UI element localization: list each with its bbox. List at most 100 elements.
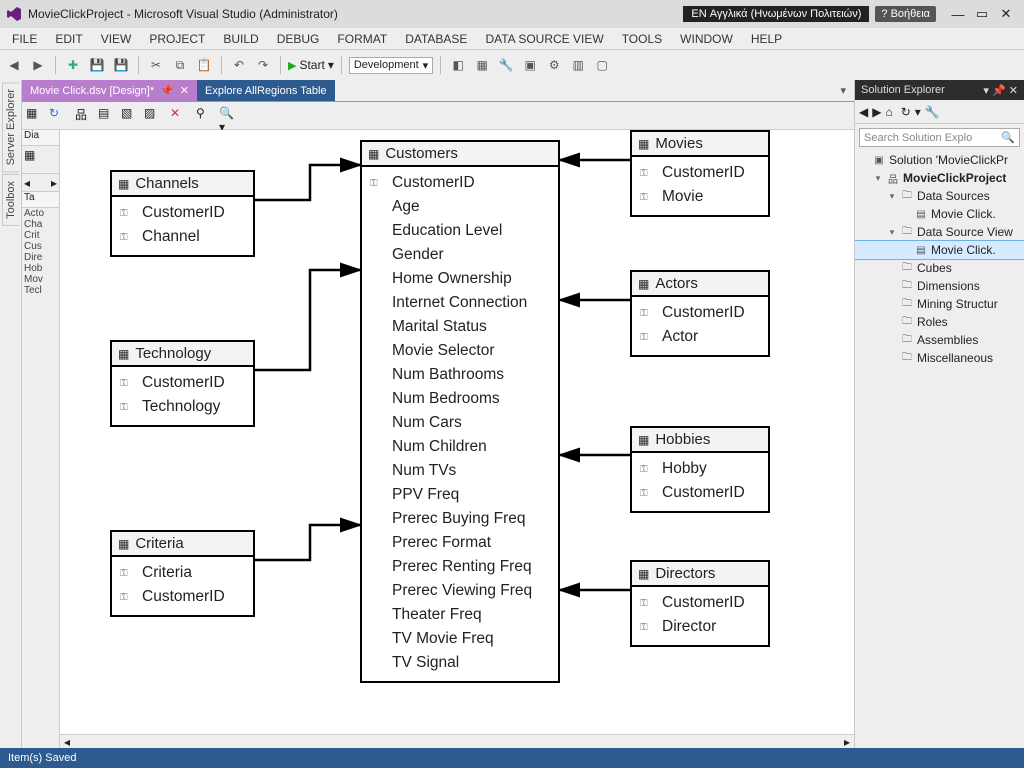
minimize-button[interactable]: —: [946, 7, 970, 22]
menu-debug[interactable]: DEBUG: [269, 30, 328, 48]
table-customers[interactable]: ▦Customers ⚿CustomerIDAgeEducation Level…: [360, 140, 560, 683]
mini-item[interactable]: Cus: [22, 241, 59, 252]
dock-toolbox[interactable]: Toolbox: [2, 174, 19, 226]
tree-node[interactable]: ▾🗀Data Sources: [855, 187, 1024, 205]
back-button[interactable]: ◀: [4, 55, 24, 75]
toolbar-extra-2[interactable]: ▦: [472, 55, 492, 75]
se-back[interactable]: ◀: [859, 105, 868, 119]
tree-node[interactable]: ▤Movie Click.: [855, 241, 1024, 259]
dsv-canvas[interactable]: ▦Channels ⚿CustomerID ⚿Channel ▦Technolo…: [60, 130, 854, 748]
pane-close-icon[interactable]: ✕: [1009, 85, 1018, 97]
copy-button[interactable]: ⧉: [170, 55, 190, 75]
paste-button[interactable]: 📋: [194, 55, 214, 75]
se-props-icon[interactable]: 🔧: [925, 105, 940, 119]
toolbar-extra-4[interactable]: ▣: [520, 55, 540, 75]
menu-dsv[interactable]: DATA SOURCE VIEW: [477, 30, 611, 48]
tab-explore-allregions[interactable]: Explore AllRegions Table: [197, 80, 334, 101]
tree-node[interactable]: 🗀Dimensions: [855, 277, 1024, 295]
dsv-btn-1[interactable]: 品: [75, 106, 95, 126]
tree-node[interactable]: ▾🗀Data Source View: [855, 223, 1024, 241]
menu-database[interactable]: DATABASE: [397, 30, 475, 48]
mini-item[interactable]: Cha: [22, 219, 59, 230]
menu-help[interactable]: HELP: [743, 30, 790, 48]
toolbar-extra-6[interactable]: ▥: [568, 55, 588, 75]
expander-icon[interactable]: ▾: [887, 227, 897, 238]
dock-server-explorer[interactable]: Server Explorer: [2, 82, 19, 172]
mini-item[interactable]: Acto: [22, 208, 59, 219]
menu-project[interactable]: PROJECT: [141, 30, 213, 48]
forward-button[interactable]: ▶: [28, 55, 48, 75]
toolbar-extra-3[interactable]: 🔧: [496, 55, 516, 75]
se-fwd[interactable]: ▶: [872, 105, 881, 119]
close-tab-icon[interactable]: ✕: [180, 84, 189, 97]
tree-node[interactable]: ▤Movie Click.: [855, 205, 1024, 223]
maximize-button[interactable]: ▭: [970, 6, 994, 22]
tab-dsv-design[interactable]: Movie Click.dsv [Design]* 📌 ✕: [22, 80, 197, 101]
table-actors[interactable]: ▦Actors ⚿CustomerID ⚿Actor: [630, 270, 770, 357]
help-badge[interactable]: ? Βοήθεια: [875, 6, 936, 22]
dsv-zoom-icon[interactable]: ⚲: [196, 106, 216, 126]
toolbar-extra-1[interactable]: ◧: [448, 55, 468, 75]
tree-node[interactable]: 🗀Mining Structur: [855, 295, 1024, 313]
menu-tools[interactable]: TOOLS: [614, 30, 670, 48]
mini-item[interactable]: Mov: [22, 274, 59, 285]
table-criteria[interactable]: ▦Criteria ⚿Criteria ⚿CustomerID: [110, 530, 255, 617]
solution-search-input[interactable]: Search Solution Explo 🔍: [859, 128, 1020, 147]
menu-window[interactable]: WINDOW: [672, 30, 741, 48]
tree-node[interactable]: 🗀Cubes: [855, 259, 1024, 277]
dsv-btn-2[interactable]: ▤: [98, 106, 118, 126]
dsv-find-icon[interactable]: 🔍 ▾: [219, 106, 239, 126]
config-dropdown[interactable]: Development ▾: [349, 57, 433, 74]
tree-node[interactable]: 🗀Roles: [855, 313, 1024, 331]
tree-node[interactable]: ▾品MovieClickProject: [855, 169, 1024, 187]
table-movies[interactable]: ▦Movies ⚿CustomerID ⚿Movie: [630, 130, 770, 217]
save-all-button[interactable]: 💾: [111, 55, 131, 75]
input-language[interactable]: EN Αγγλικά (Ηνωμένων Πολιτειών): [683, 6, 869, 22]
redo-button[interactable]: ↷: [253, 55, 273, 75]
new-item[interactable]: ✚: [63, 55, 83, 75]
pane-dropdown[interactable]: ▾: [983, 85, 989, 97]
side-scroll-left[interactable]: ◂: [24, 176, 30, 190]
menu-format[interactable]: FORMAT: [329, 30, 395, 48]
dsv-btn-3[interactable]: ▧: [121, 106, 141, 126]
mini-item[interactable]: Crit: [22, 230, 59, 241]
hscroll-left[interactable]: ◂: [60, 735, 74, 748]
pane-pin-icon[interactable]: 📌: [992, 85, 1006, 97]
menu-view[interactable]: VIEW: [93, 30, 140, 48]
menu-file[interactable]: FILE: [4, 30, 45, 48]
undo-button[interactable]: ↶: [229, 55, 249, 75]
table-hobbies[interactable]: ▦Hobbies ⚿Hobby ⚿CustomerID: [630, 426, 770, 513]
start-button[interactable]: ▶Start ▾: [288, 58, 334, 72]
close-button[interactable]: ✕: [994, 6, 1018, 22]
mini-item[interactable]: Hob: [22, 263, 59, 274]
tabs-overflow[interactable]: ▾: [832, 80, 854, 101]
tree-node[interactable]: 🗀Assemblies: [855, 331, 1024, 349]
menu-edit[interactable]: EDIT: [47, 30, 90, 48]
dsv-refresh-icon[interactable]: ↻: [49, 106, 69, 126]
side-scroll-right[interactable]: ▸: [51, 176, 57, 190]
se-home-icon[interactable]: ⌂: [885, 105, 892, 119]
table-directors[interactable]: ▦Directors ⚿CustomerID ⚿Director: [630, 560, 770, 647]
tree-node[interactable]: ▣Solution 'MovieClickPr: [855, 151, 1024, 169]
solution-tree[interactable]: ▣Solution 'MovieClickPr▾品MovieClickProje…: [855, 151, 1024, 748]
mini-item[interactable]: Tecl: [22, 285, 59, 296]
mini-item[interactable]: Dire: [22, 252, 59, 263]
table-channels[interactable]: ▦Channels ⚿CustomerID ⚿Channel: [110, 170, 255, 257]
tree-node[interactable]: 🗀Miscellaneous: [855, 349, 1024, 367]
dsv-btn-4[interactable]: ▨: [144, 106, 164, 126]
expander-icon[interactable]: ▾: [887, 191, 897, 202]
hscroll-right[interactable]: ▸: [840, 735, 854, 748]
se-sync-icon[interactable]: ↻: [901, 105, 911, 119]
diagram-mini-icon[interactable]: ▦: [22, 146, 59, 174]
table-technology[interactable]: ▦Technology ⚿CustomerID ⚿Technology: [110, 340, 255, 427]
cut-button[interactable]: ✂: [146, 55, 166, 75]
expander-icon[interactable]: ▾: [873, 173, 883, 184]
menu-build[interactable]: BUILD: [215, 30, 266, 48]
toolbar-extra-5[interactable]: ⚙: [544, 55, 564, 75]
save-button[interactable]: 💾: [87, 55, 107, 75]
dsv-delete-icon[interactable]: ✕: [170, 106, 190, 126]
pin-icon[interactable]: 📌: [160, 84, 174, 97]
se-showall-icon[interactable]: ▾: [915, 105, 921, 119]
dsv-newtable-icon[interactable]: ▦: [26, 106, 46, 126]
toolbar-extra-7[interactable]: ▢: [592, 55, 612, 75]
